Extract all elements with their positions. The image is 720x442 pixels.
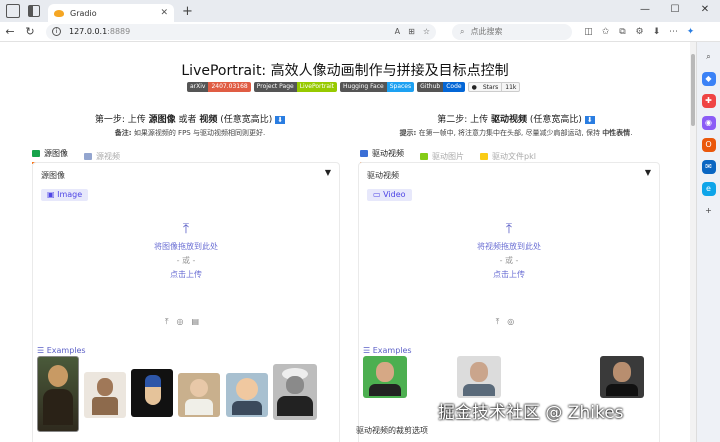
url-text: 127.0.0.1:8889: [69, 27, 131, 36]
example-cartoon[interactable]: [226, 373, 268, 417]
webcam-icon[interactable]: ◎: [177, 317, 192, 326]
sidebar-search-icon[interactable]: ⌕: [702, 50, 716, 64]
sidebar-tools-icon[interactable]: ✚: [701, 94, 716, 108]
address-bar: ← ↻ i 127.0.0.1:8889 A ⊞ ☆ ⌕ 点此搜索 ◫ ✩ ⧉ …: [0, 22, 720, 42]
image-icon: ▣: [47, 190, 58, 199]
search-icon: ⌕: [460, 26, 465, 36]
back-icon[interactable]: ←: [0, 25, 20, 38]
tab-actions-icon[interactable]: [28, 5, 40, 17]
copilot-icon[interactable]: ✦: [682, 27, 699, 37]
more-icon[interactable]: ⋯: [665, 27, 682, 37]
collections-icon[interactable]: ⧉: [614, 27, 631, 37]
example-driving-3[interactable]: [600, 356, 644, 398]
badge-github[interactable]: Github Code: [417, 82, 465, 92]
panel-header: 源图像: [41, 171, 65, 180]
minimize-icon[interactable]: —: [630, 0, 660, 22]
profile-icon[interactable]: [6, 4, 20, 18]
upload-file-icon[interactable]: ⤒: [165, 317, 177, 326]
app-available-icon[interactable]: ⊞: [408, 27, 415, 36]
example-mona-lisa[interactable]: [37, 356, 79, 432]
tab-title: Gradio: [70, 8, 97, 18]
badge-stars[interactable]: ● Stars 11k: [467, 82, 521, 92]
browser-sidebar: ⌕ ◆ ✚ ◉ O ✉ e +: [696, 42, 720, 442]
watermark: 掘金技术社区 @ Zhikes: [438, 403, 624, 423]
click-upload: 点击上传: [493, 270, 525, 279]
list-icon: ☰: [37, 346, 47, 355]
new-tab-icon[interactable]: +: [182, 4, 193, 19]
maximize-icon[interactable]: ☐: [660, 0, 690, 22]
url-field[interactable]: i 127.0.0.1:8889 A ⊞ ☆: [46, 23, 436, 40]
example-terracotta[interactable]: [84, 372, 126, 418]
drop-or: - 或 -: [499, 256, 519, 265]
scroll-thumb[interactable]: [691, 54, 695, 126]
search-box[interactable]: ⌕ 点此搜索: [452, 23, 572, 40]
example-pearl-earring[interactable]: [131, 369, 173, 417]
browser-toolbar: ◫ ✩ ⧉ ⚙ ⬇ ⋯ ✦: [580, 27, 699, 37]
crop-options-label: 驱动视频的裁剪选项: [356, 426, 428, 435]
examples-label: ☰ Examples: [363, 346, 412, 355]
badge-huggingface[interactable]: Hugging Face Spaces: [340, 82, 415, 92]
upload-options: ⤒◎▤: [33, 317, 339, 327]
close-window-icon[interactable]: ✕: [690, 0, 720, 22]
drop-text: 将视频拖放到此处: [477, 242, 541, 251]
image-dropzone[interactable]: ⤒ 将图像拖放到此处 - 或 - 点击上传: [33, 221, 339, 283]
split-screen-icon[interactable]: ◫: [580, 27, 597, 37]
example-driving-2[interactable]: [457, 356, 501, 398]
video-icon: ▭: [373, 190, 384, 199]
badge-project[interactable]: Project Page LivePortrait: [253, 82, 338, 92]
video-chip: ▭ Video: [367, 189, 412, 201]
favorite-star-icon[interactable]: ☆: [423, 27, 430, 36]
gradio-favicon-icon: [54, 9, 64, 17]
examples-label: ☰ Examples: [37, 346, 86, 355]
sidebar-office-icon[interactable]: O: [701, 138, 716, 152]
image-chip: ▣ Image: [41, 189, 89, 201]
search-placeholder: 点此搜索: [470, 27, 503, 36]
upload-options: ⤒◎: [359, 317, 659, 327]
clipboard-icon[interactable]: ▤: [191, 317, 207, 326]
collapse-arrow-icon[interactable]: ▼: [325, 168, 331, 177]
browser-tabbar: Gradio ✕ + — ☐ ✕: [0, 0, 720, 22]
read-aloud-icon[interactable]: A: [395, 27, 400, 36]
webcam-icon[interactable]: ◎: [507, 317, 522, 326]
badge-row: arXiv 2407.03168 Project Page LivePortrait…: [187, 82, 523, 92]
list-icon: ☰: [363, 346, 373, 355]
download-icon: ⬇: [275, 116, 286, 124]
downloads-icon[interactable]: ⬇: [648, 27, 665, 37]
page-title: LivePortrait: 高效人像动画制作与拼接及目标点控制: [181, 63, 509, 79]
browser-tab[interactable]: Gradio ✕: [48, 4, 174, 22]
step2-text: 第二步: 上传 驱动视频 (任意宽高比) ⬇ 提示: 在第一帧中, 将注意力集中…: [399, 115, 633, 137]
step1-text: 第一步: 上传 源图像 或者 视频 (任意宽高比) ⬇ 备注: 如果源视频的 F…: [94, 115, 286, 137]
badge-arxiv[interactable]: arXiv 2407.03168: [187, 82, 251, 92]
upload-icon: ⤒: [182, 221, 190, 237]
upload-icon: ⤒: [505, 221, 513, 237]
download-icon: ⬇: [584, 116, 595, 124]
example-einstein[interactable]: [273, 364, 317, 420]
close-tab-icon[interactable]: ✕: [160, 8, 168, 18]
extensions-icon[interactable]: ⚙: [631, 27, 648, 37]
gradio-page: LivePortrait: 高效人像动画制作与拼接及目标点控制 arXiv 240…: [0, 42, 690, 442]
upload-file-icon[interactable]: ⤒: [496, 317, 508, 326]
refresh-icon[interactable]: ↻: [20, 25, 40, 38]
example-girl[interactable]: [178, 373, 220, 417]
panel-header: 驱动视频: [367, 171, 399, 180]
click-upload: 点击上传: [170, 270, 202, 279]
sidebar-outlook-icon[interactable]: ✉: [701, 160, 716, 174]
sidebar-shopping-icon[interactable]: ◆: [701, 72, 716, 86]
favorites-icon[interactable]: ✩: [597, 27, 614, 37]
collapse-arrow-icon[interactable]: ▼: [645, 168, 651, 177]
site-info-icon[interactable]: i: [52, 27, 61, 36]
video-dropzone[interactable]: ⤒ 将视频拖放到此处 - 或 - 点击上传: [359, 221, 659, 283]
window-controls: — ☐ ✕: [630, 0, 720, 22]
drop-or: - 或 -: [176, 256, 196, 265]
sidebar-add-icon[interactable]: +: [702, 204, 716, 218]
sidebar-edge-icon[interactable]: e: [701, 182, 716, 196]
example-driving-1[interactable]: [363, 356, 407, 398]
drop-text: 将图像拖放到此处: [154, 242, 218, 251]
github-icon: ●: [471, 84, 477, 91]
sidebar-games-icon[interactable]: ◉: [701, 116, 716, 130]
